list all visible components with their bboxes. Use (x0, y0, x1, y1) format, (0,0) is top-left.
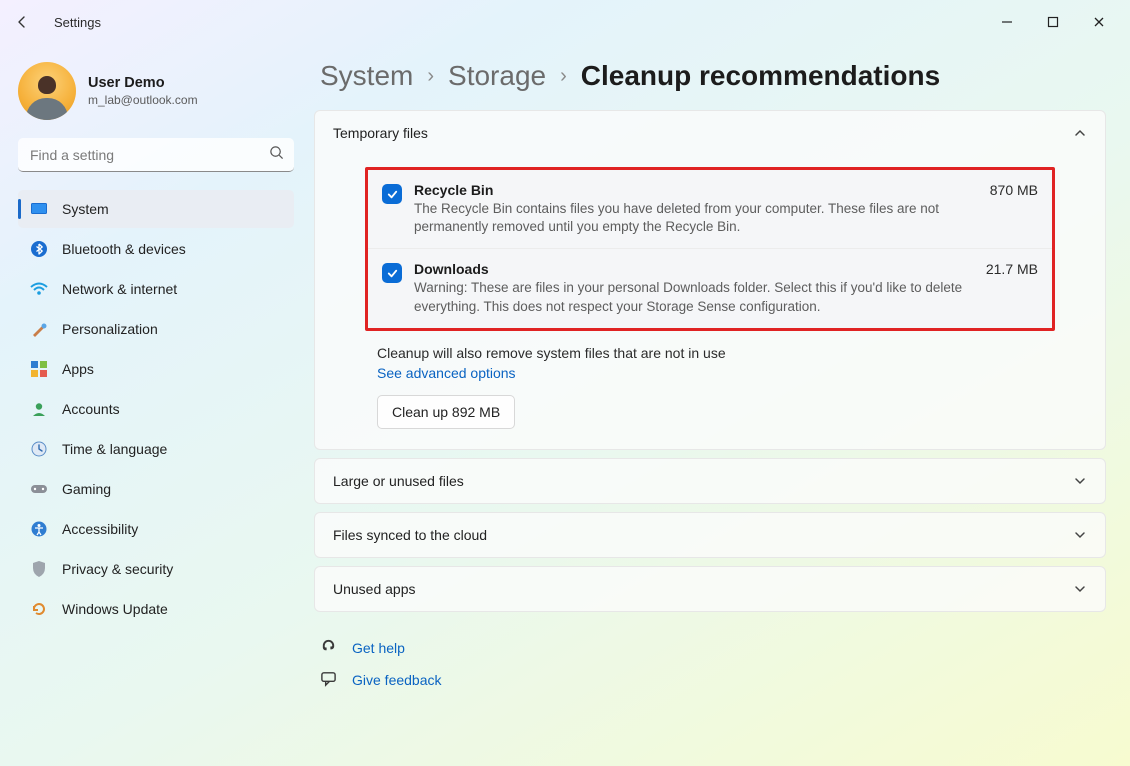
advanced-options-link[interactable]: See advanced options (377, 365, 516, 381)
section-title: Large or unused files (333, 473, 464, 489)
sidebar-item-label: Windows Update (62, 601, 168, 617)
item-description: Warning: These are files in your persona… (414, 279, 964, 315)
user-profile[interactable]: User Demo m_lab@outlook.com (18, 54, 294, 138)
update-icon (30, 600, 48, 618)
section-large-files: Large or unused files (314, 458, 1106, 504)
sidebar-item-accounts[interactable]: Accounts (18, 390, 294, 428)
chevron-right-icon: › (560, 65, 567, 88)
give-feedback-link[interactable]: Give feedback (320, 664, 1106, 696)
item-size: 870 MB (990, 182, 1038, 198)
section-title: Temporary files (333, 125, 428, 141)
help-icon (320, 638, 338, 658)
section-header-apps[interactable]: Unused apps (315, 567, 1105, 611)
section-header-large[interactable]: Large or unused files (315, 459, 1105, 503)
sidebar-item-gaming[interactable]: Gaming (18, 470, 294, 508)
get-help-link[interactable]: Get help (320, 632, 1106, 664)
user-name: User Demo (88, 75, 198, 91)
shield-icon (30, 560, 48, 578)
breadcrumb-storage[interactable]: Storage (448, 60, 546, 92)
sidebar-item-label: Bluetooth & devices (62, 241, 186, 257)
link-label: Get help (352, 640, 405, 656)
sidebar-item-update[interactable]: Windows Update (18, 590, 294, 628)
sidebar-item-label: System (62, 201, 109, 217)
chevron-up-icon (1073, 126, 1087, 140)
nav-list: System Bluetooth & devices Network & int… (18, 190, 294, 628)
footer-links: Get help Give feedback (314, 620, 1106, 696)
sidebar-item-apps[interactable]: Apps (18, 350, 294, 388)
sidebar-item-accessibility[interactable]: Accessibility (18, 510, 294, 548)
section-cloud-files: Files synced to the cloud (314, 512, 1106, 558)
close-button[interactable] (1076, 7, 1122, 37)
sidebar-item-bluetooth[interactable]: Bluetooth & devices (18, 230, 294, 268)
system-icon (30, 200, 48, 218)
sidebar-item-label: Time & language (62, 441, 167, 457)
sidebar-item-label: Gaming (62, 481, 111, 497)
sidebar-item-label: Network & internet (62, 281, 177, 297)
section-unused-apps: Unused apps (314, 566, 1106, 612)
sidebar-item-personalization[interactable]: Personalization (18, 310, 294, 348)
user-email: m_lab@outlook.com (88, 93, 198, 107)
page-title: Cleanup recommendations (581, 60, 940, 92)
chevron-down-icon (1073, 474, 1087, 488)
sidebar-item-label: Accessibility (62, 521, 138, 537)
apps-icon (30, 360, 48, 378)
cleanup-item-downloads[interactable]: Downloads Warning: These are files in yo… (368, 248, 1052, 327)
cleanup-item-recycle-bin[interactable]: Recycle Bin The Recycle Bin contains fil… (368, 170, 1052, 248)
sidebar-item-time[interactable]: Time & language (18, 430, 294, 468)
avatar (18, 62, 76, 120)
sidebar-item-privacy[interactable]: Privacy & security (18, 550, 294, 588)
link-label: Give feedback (352, 672, 442, 688)
sidebar-item-label: Accounts (62, 401, 120, 417)
back-button[interactable] (8, 8, 36, 36)
section-title: Unused apps (333, 581, 416, 597)
checkbox-downloads[interactable] (382, 263, 402, 283)
feedback-icon (320, 670, 338, 690)
sidebar-item-label: Apps (62, 361, 94, 377)
sidebar-item-label: Personalization (62, 321, 158, 337)
breadcrumb-system[interactable]: System (320, 60, 413, 92)
account-icon (30, 400, 48, 418)
item-title: Downloads (414, 261, 964, 277)
chevron-down-icon (1073, 582, 1087, 596)
sidebar-item-label: Privacy & security (62, 561, 173, 577)
cleanup-button[interactable]: Clean up 892 MB (377, 395, 515, 429)
wifi-icon (30, 280, 48, 298)
sidebar: User Demo m_lab@outlook.com System Bluet… (0, 44, 306, 766)
item-size: 21.7 MB (986, 261, 1038, 277)
section-header-cloud[interactable]: Files synced to the cloud (315, 513, 1105, 557)
item-title: Recycle Bin (414, 182, 968, 198)
search-icon (269, 145, 284, 165)
section-temporary-files: Temporary files Recycle Bin The Recycle … (314, 110, 1106, 450)
brush-icon (30, 320, 48, 338)
sidebar-item-network[interactable]: Network & internet (18, 270, 294, 308)
titlebar: Settings (0, 0, 1130, 44)
breadcrumb: System › Storage › Cleanup recommendatio… (314, 54, 1106, 110)
chevron-right-icon: › (427, 65, 434, 88)
section-title: Files synced to the cloud (333, 527, 487, 543)
sidebar-item-system[interactable]: System (18, 190, 294, 228)
checkbox-recycle-bin[interactable] (382, 184, 402, 204)
main-content: System › Storage › Cleanup recommendatio… (306, 44, 1130, 766)
window-title: Settings (54, 15, 101, 30)
gaming-icon (30, 480, 48, 498)
section-header-temporary[interactable]: Temporary files (315, 111, 1105, 155)
maximize-button[interactable] (1030, 7, 1076, 37)
item-description: The Recycle Bin contains files you have … (414, 200, 968, 236)
search-box (18, 138, 294, 172)
cleanup-note: Cleanup will also remove system files th… (377, 345, 1095, 361)
highlighted-region: Recycle Bin The Recycle Bin contains fil… (365, 167, 1055, 331)
chevron-down-icon (1073, 528, 1087, 542)
bluetooth-icon (30, 240, 48, 258)
clock-icon (30, 440, 48, 458)
search-input[interactable] (18, 138, 294, 172)
accessibility-icon (30, 520, 48, 538)
minimize-button[interactable] (984, 7, 1030, 37)
